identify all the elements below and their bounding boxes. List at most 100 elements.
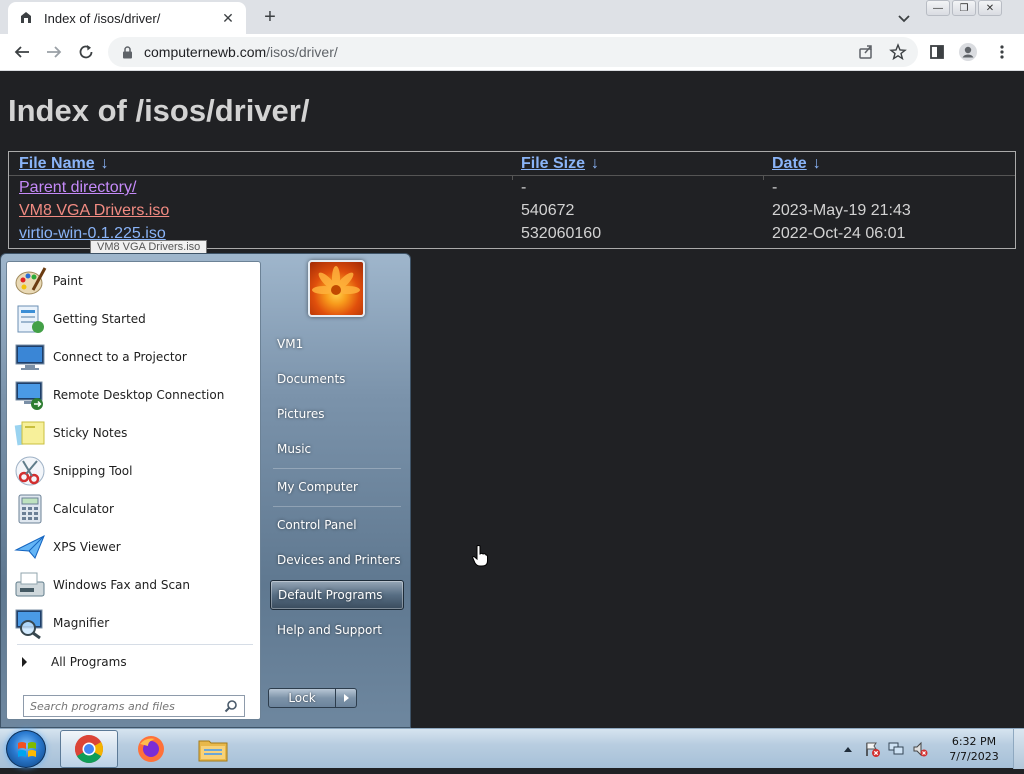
table-header: File Name ↓ File Size ↓ Date ↓ [9,152,1015,176]
magnifier-icon [15,609,43,640]
start-right-divider [273,506,401,507]
tab-close-icon[interactable]: ✕ [220,10,236,27]
all-programs-button[interactable]: All Programs [19,651,127,673]
start-search-input[interactable] [30,699,220,713]
start-link-devices-printers[interactable]: Devices and Printers [270,545,404,575]
table-row: VM8 VGA Drivers.iso 540672 2023-May-19 2… [9,202,1015,225]
paint-icon [15,267,47,295]
start-item-xps-viewer[interactable]: XPS Viewer [11,529,257,565]
start-item-label: XPS Viewer [53,540,121,554]
column-header-file-name[interactable]: File Name ↓ [19,155,109,173]
start-menu: Paint Getting Started Connect to a Proje… [0,253,411,728]
start-menu-program-list: Paint Getting Started Connect to a Proje… [6,261,261,720]
start-link-my-computer[interactable]: My Computer [270,472,404,502]
network-icon[interactable] [888,741,904,757]
browser-tab[interactable]: Index of /isos/driver/ ✕ [8,2,246,34]
start-item-label: Paint [53,274,83,288]
start-item-remote-desktop[interactable]: Remote Desktop Connection [11,377,257,413]
start-link-help-support[interactable]: Help and Support [270,615,404,645]
show-desktop-button[interactable] [1013,729,1024,769]
start-item-calculator[interactable]: Calculator [11,491,257,527]
page-title: Index of /isos/driver/ [8,93,310,128]
url-text: computernewb.com/isos/driver/ [144,44,338,60]
volume-muted-icon[interactable] [912,741,928,757]
file-link[interactable]: Parent directory/ [19,179,136,197]
fax-scan-icon [15,572,45,597]
share-icon[interactable] [856,42,876,62]
start-right-divider [273,468,401,469]
start-item-sticky-notes[interactable]: Sticky Notes [11,415,257,451]
start-item-label: Connect to a Projector [53,350,187,364]
start-link-music[interactable]: Music [270,434,404,464]
tab-search-chevron-icon[interactable] [894,8,914,28]
start-item-magnifier[interactable]: Magnifier [11,605,257,641]
back-arrow-icon[interactable] [12,42,32,62]
start-button[interactable] [6,730,46,768]
start-item-label: Snipping Tool [53,464,133,478]
bookmark-star-icon[interactable] [888,42,908,62]
action-center-flag-icon[interactable] [864,741,880,757]
explorer-icon [198,740,228,762]
file-date: - [772,179,778,196]
arrow-right-icon [343,694,349,702]
start-menu-divider [17,644,253,645]
start-item-getting-started[interactable]: Getting Started [11,301,257,337]
file-size: 540672 [521,202,575,219]
expand-arrow-icon [22,657,27,667]
start-link-pictures[interactable]: Pictures [270,399,404,429]
start-item-projector[interactable]: Connect to a Projector [11,339,257,375]
start-link-user[interactable]: VM1 [270,329,404,359]
restore-button[interactable]: ❐ [952,0,976,16]
side-panel-icon[interactable] [927,42,947,62]
firefox-icon [138,736,164,762]
column-header-date[interactable]: Date ↓ [772,155,821,173]
search-icon[interactable] [224,699,238,713]
start-item-paint[interactable]: Paint [11,263,257,299]
taskbar-firefox[interactable] [122,730,180,768]
file-date: 2023-May-19 21:43 [772,202,911,219]
profile-avatar-icon[interactable] [958,42,978,62]
start-item-label: Calculator [53,502,114,516]
taskbar-explorer[interactable] [184,730,242,768]
sticky-notes-icon [14,421,45,446]
user-account-picture[interactable] [308,260,365,317]
start-item-snipping-tool[interactable]: Snipping Tool [11,453,257,489]
close-window-button[interactable]: ✕ [978,0,1002,16]
start-item-fax-scan[interactable]: Windows Fax and Scan [11,567,257,603]
xps-viewer-icon [14,534,45,559]
secure-lock-icon[interactable] [120,45,134,59]
shutdown-options-button[interactable] [336,688,357,708]
lock-button[interactable]: Lock [268,688,336,708]
start-item-label: Magnifier [53,616,110,630]
show-hidden-icons-icon[interactable] [840,741,856,757]
address-bar[interactable]: computernewb.com/isos/driver/ [108,37,918,67]
start-item-label: Windows Fax and Scan [53,578,191,592]
start-link-control-panel[interactable]: Control Panel [270,510,404,540]
browser-toolbar: computernewb.com/isos/driver/ [0,34,1024,71]
chrome-icon [75,735,103,763]
taskbar-chrome[interactable] [60,730,118,768]
file-listing-table: File Name ↓ File Size ↓ Date ↓ Parent direc… [8,151,1016,249]
forward-arrow-icon[interactable] [44,42,64,62]
column-header-file-size[interactable]: File Size ↓ [521,155,599,173]
file-size: - [521,179,527,196]
start-search-box[interactable] [23,695,245,717]
start-link-default-programs[interactable]: Default Programs [270,580,404,610]
taskbar: 6:32 PM 7/7/2023 [0,728,1024,769]
taskbar-clock[interactable]: 6:32 PM 7/7/2023 [944,734,1004,764]
minimize-button[interactable]: — [926,0,950,16]
getting-started-icon [17,305,44,333]
windows-logo-icon [18,742,36,757]
site-favicon-icon [18,10,34,26]
file-size: 532060160 [521,225,602,242]
projector-icon [15,344,45,370]
file-link[interactable]: VM8 VGA Drivers.iso [19,202,169,220]
menu-kebab-icon[interactable] [992,42,1012,62]
calculator-icon [18,494,42,524]
snipping-tool-icon [15,456,45,486]
reload-icon[interactable] [76,42,96,62]
all-programs-label: All Programs [51,655,127,669]
start-link-documents[interactable]: Documents [270,364,404,394]
hand-cursor-icon [472,545,488,567]
new-tab-button[interactable]: + [258,6,282,30]
